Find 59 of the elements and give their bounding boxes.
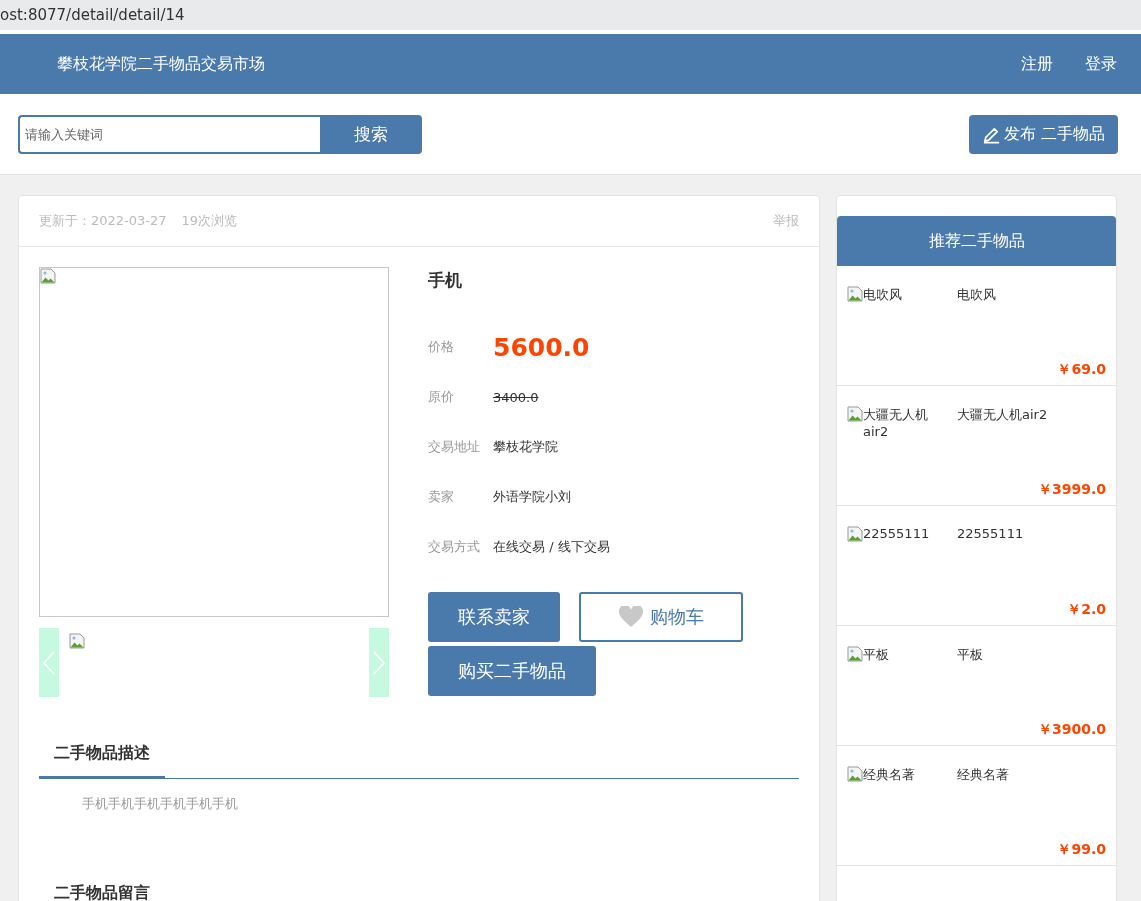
- broken-image-icon: [40, 268, 56, 284]
- field-label: 交易地址: [428, 438, 481, 456]
- broken-image-icon: [847, 526, 863, 542]
- recommended-item[interactable]: 22555111 22555111 ￥2.0: [837, 506, 1116, 626]
- field-value: 在线交易 / 线下交易: [493, 538, 610, 556]
- recommended-item[interactable]: 经典名著 经典名著 ￥99.0: [837, 746, 1116, 866]
- view-count: 19次浏览: [181, 212, 238, 230]
- field-value: 外语学院小刘: [493, 488, 571, 506]
- price-value: 5600.0: [493, 332, 590, 362]
- search-field[interactable]: 请输入关键词: [18, 114, 320, 154]
- field-label: 交易方式: [428, 538, 481, 556]
- heart-icon: [618, 606, 644, 628]
- field-label: 原价: [428, 388, 455, 406]
- url-text[interactable]: ost:8077/detail/detail/14: [0, 6, 185, 24]
- recommended-item[interactable]: 大疆无人机air2 大疆无人机air2 ￥3999.0: [837, 386, 1116, 506]
- section-tab[interactable]: 二手物品描述: [39, 743, 165, 779]
- action-button[interactable]: 联系卖家: [428, 592, 560, 642]
- broken-image-icon: [847, 766, 863, 782]
- cart-button[interactable]: 购物车: [579, 592, 743, 642]
- chevron-right-icon: [372, 649, 386, 676]
- item-price: ￥3900.0: [1037, 721, 1106, 739]
- item-name: 电吹风: [957, 286, 997, 304]
- broken-image-icon: [69, 633, 85, 649]
- item-name: 平板: [957, 646, 984, 664]
- item-price: ￥2.0: [1067, 601, 1106, 619]
- image-alt-text: 22555111: [863, 526, 931, 541]
- publish-button[interactable]: 发布 二手物品: [968, 114, 1118, 154]
- description-text: 手机手机手机手机手机手机: [82, 795, 239, 813]
- broken-image-icon: [847, 646, 863, 662]
- item-price: ￥99.0: [1057, 841, 1106, 859]
- image-alt-text: 经典名著: [863, 766, 916, 784]
- item-title: 手机: [428, 269, 463, 292]
- image-alt-text: 平板: [863, 646, 890, 664]
- site-title[interactable]: 攀枝花学院二手物品交易市场: [57, 53, 265, 75]
- field-value: 攀枝花学院: [493, 438, 558, 456]
- header-link[interactable]: 注册: [1021, 53, 1053, 75]
- sidebar-title: 推荐二手物品: [928, 230, 1025, 252]
- broken-image-icon: [847, 286, 863, 302]
- header-link[interactable]: 登录: [1085, 53, 1117, 75]
- image-alt-text: 电吹风: [863, 286, 903, 304]
- item-name: 22555111: [957, 526, 1025, 542]
- chevron-left-icon: [42, 649, 56, 676]
- item-name: 大疆无人机air2: [957, 406, 1049, 424]
- image-alt-text: 大疆无人机air2: [863, 406, 929, 439]
- recommended-item[interactable]: 电吹风 电吹风 ￥69.0: [837, 266, 1116, 386]
- search-button[interactable]: 搜索: [320, 114, 422, 154]
- previous-button[interactable]: [39, 628, 59, 697]
- updated-date: 更新于：2022-03-27: [39, 212, 167, 230]
- field-label: 卖家: [428, 488, 455, 506]
- item-price: ￥69.0: [1057, 361, 1106, 379]
- item-name: 经典名著: [957, 766, 1010, 784]
- broken-image-icon: [847, 406, 863, 422]
- action-button[interactable]: 购买二手物品: [428, 646, 596, 696]
- recommended-item[interactable]: 平板 平板 ￥3900.0: [837, 626, 1116, 746]
- original-price: 3400.0: [493, 389, 539, 405]
- item-price: ￥3999.0: [1037, 481, 1106, 499]
- next-button[interactable]: [369, 628, 389, 697]
- field-label: 价格: [428, 338, 455, 356]
- section-heading: 二手物品留言: [53, 883, 151, 901]
